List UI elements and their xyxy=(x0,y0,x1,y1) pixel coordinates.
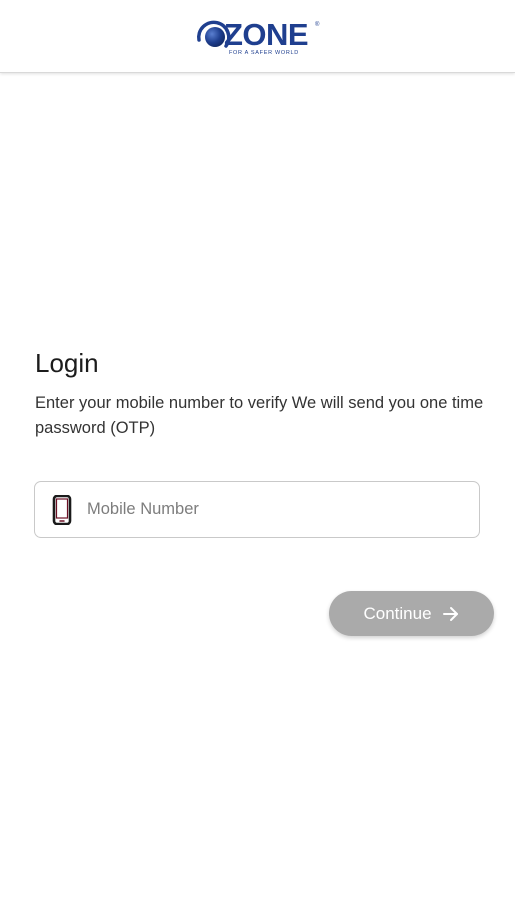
logo-wordmark: ZONE xyxy=(224,17,309,52)
registered-mark: ® xyxy=(315,22,320,28)
continue-button[interactable]: Continue xyxy=(329,591,494,636)
login-description: Enter your mobile number to verify We wi… xyxy=(35,394,484,437)
mobile-number-input[interactable] xyxy=(87,482,467,537)
logo-tagline: FOR A SAFER WORLD xyxy=(229,50,299,56)
continue-button-label: Continue xyxy=(363,603,432,623)
app-header: ZONE ® FOR A SAFER WORLD xyxy=(0,0,515,73)
arrow-right-icon xyxy=(442,606,458,621)
smartphone-icon xyxy=(52,495,72,525)
mobile-number-field[interactable] xyxy=(34,481,480,538)
ozone-logo: ZONE ® FOR A SAFER WORLD xyxy=(196,16,320,58)
login-title: Login xyxy=(35,348,99,378)
